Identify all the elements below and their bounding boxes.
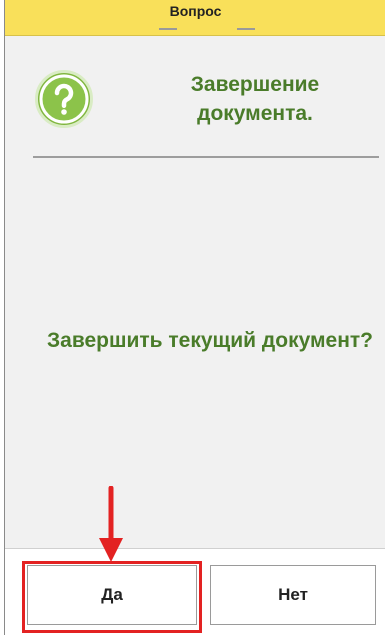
no-button[interactable]: Нет bbox=[210, 565, 376, 625]
dialog-title-bar: Вопрос bbox=[5, 0, 385, 36]
dialog-footer: Да Нет bbox=[5, 548, 385, 635]
yes-button-label: Да bbox=[101, 585, 123, 604]
title-decoration-left bbox=[159, 28, 177, 30]
dialog-title: Вопрос bbox=[169, 3, 222, 19]
title-decoration-right bbox=[237, 28, 255, 30]
divider bbox=[33, 156, 379, 158]
dialog-message: Завершить текущий документ? bbox=[46, 329, 374, 352]
dialog-header-title: Завершение документа. bbox=[190, 73, 320, 125]
no-button-label: Нет bbox=[278, 585, 308, 604]
yes-button[interactable]: Да bbox=[27, 565, 197, 625]
question-mark-icon bbox=[35, 70, 93, 128]
arrow-down-icon bbox=[99, 486, 123, 562]
question-dialog: Вопрос Завершение документа. Завершить т… bbox=[4, 0, 385, 635]
